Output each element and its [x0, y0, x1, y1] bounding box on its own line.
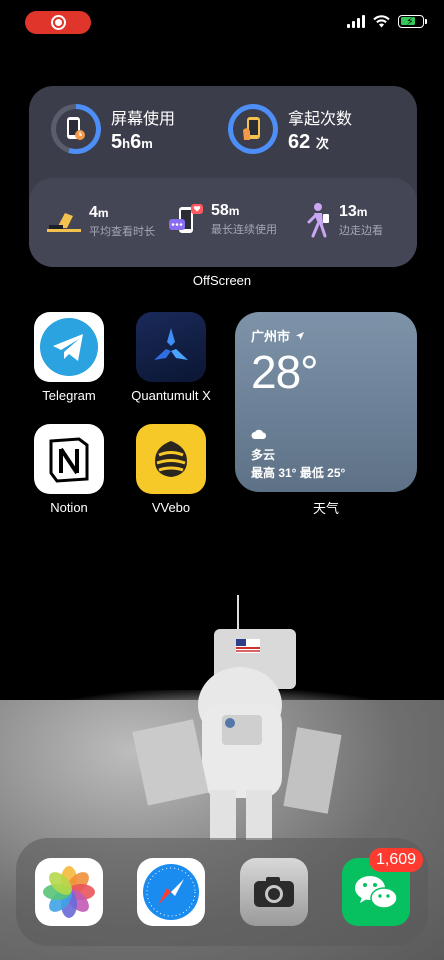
avg-view-stat: 4m 平均查看时长 — [45, 204, 155, 239]
offscreen-widget[interactable]: 屏幕使用 5h6m 拿起次数 62 次 4m 平均查看时长 58m 最长连续使用… — [29, 86, 417, 267]
walking-value: 13m — [339, 202, 368, 220]
wifi-icon — [373, 14, 390, 27]
screen-time-stat: 屏幕使用 5h6m — [51, 104, 175, 154]
wechat-badge: 1,609 — [369, 848, 424, 872]
avg-view-label: 平均查看时长 — [89, 226, 155, 238]
longest-session-stat: 58m 最长连续使用 — [167, 202, 277, 237]
pickups-ring-icon — [228, 104, 278, 154]
app-notion[interactable]: Notion — [29, 424, 109, 515]
camera-app-icon[interactable] — [240, 858, 308, 926]
astronaut-image — [132, 595, 342, 840]
longest-session-label: 最长连续使用 — [211, 224, 277, 236]
location-arrow-icon — [296, 331, 305, 340]
pickups-label: 拿起次数 — [288, 110, 353, 128]
phone-clock-icon — [67, 117, 85, 140]
cellular-signal-icon — [347, 14, 365, 28]
weather-condition: 多云 — [251, 448, 276, 462]
app-vvebo-label: VVebo — [151, 500, 191, 515]
battery-charging-icon: ⚡ — [398, 14, 427, 28]
walking-stat: 13m 边走边看 — [303, 202, 383, 238]
app-vvebo[interactable]: VVebo — [131, 424, 211, 515]
dock — [16, 838, 428, 946]
walking-phone-icon — [307, 203, 329, 238]
cloud-icon — [251, 429, 267, 439]
vvebo-app-icon[interactable] — [136, 424, 206, 494]
pickups-stat: 拿起次数 62 次 — [228, 104, 352, 154]
weather-city: 广州市 — [251, 326, 401, 345]
weather-temperature: 28° — [251, 346, 319, 398]
notion-app-icon[interactable] — [34, 424, 104, 494]
walking-label: 边走边看 — [339, 224, 383, 237]
screen-time-ring-icon — [51, 104, 101, 154]
weather-widget-caption: 天气 — [312, 501, 339, 516]
person-lying-icon — [47, 212, 81, 232]
offscreen-widget-caption: OffScreen — [192, 273, 252, 288]
weather-widget[interactable]: 广州市 28° 多云 最高 31° 最低 25° — [235, 312, 417, 492]
telegram-app-icon[interactable] — [34, 312, 104, 382]
quantumult-x-app-icon[interactable] — [136, 312, 206, 382]
phone-hand-icon — [243, 117, 260, 140]
weather-range: 最高 31° 最低 25° — [251, 466, 346, 480]
safari-app-icon[interactable] — [137, 858, 205, 926]
photos-app-icon[interactable] — [35, 858, 103, 926]
phone-chat-heart-icon — [169, 203, 203, 233]
screen-time-label: 屏幕使用 — [111, 110, 176, 128]
app-telegram-label: Telegram — [42, 388, 96, 403]
app-telegram[interactable]: Telegram — [29, 312, 109, 403]
app-quantumult-x-label: Quantumult X — [131, 388, 211, 403]
longest-session-value: 58m — [211, 202, 240, 219]
app-quantumult-x[interactable]: Quantumult X — [131, 312, 211, 403]
app-notion-label: Notion — [50, 500, 88, 515]
avg-view-value: 4m — [89, 204, 109, 221]
screen-recording-icon[interactable] — [25, 11, 91, 34]
screen-time-value: 5h6m — [111, 130, 153, 153]
pickups-value: 62 次 — [288, 130, 329, 153]
status-bar: ⚡ — [0, 0, 444, 46]
